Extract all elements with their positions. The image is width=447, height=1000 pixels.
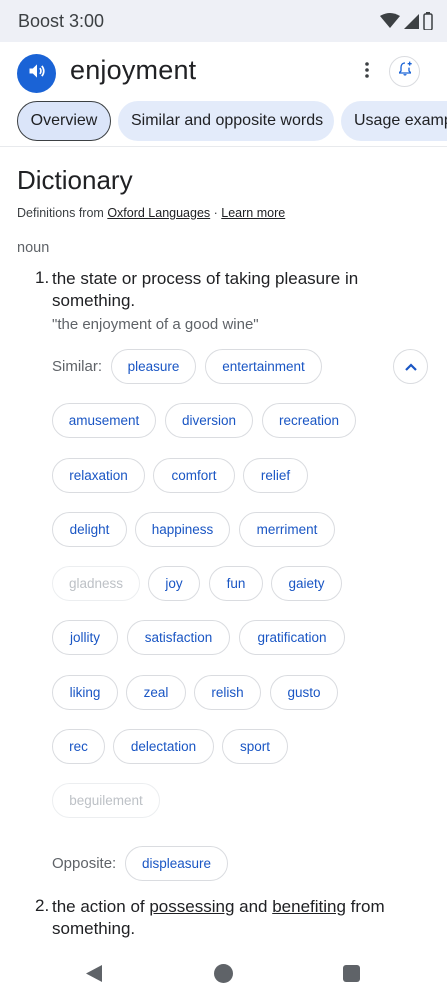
similar-chip[interactable]: recreation [262,403,356,438]
chevron-up-icon [404,358,417,376]
similar-chip[interactable]: amusement [52,403,156,438]
similar-chip[interactable]: zeal [126,675,186,710]
similar-chip[interactable]: rec [52,729,105,764]
tab-overview[interactable]: Overview [17,101,111,141]
definitions-source: Definitions from Oxford Languages · Lear… [17,206,285,220]
definition-number: 1. [35,268,50,287]
similar-chip[interactable]: comfort [153,458,235,493]
collapse-similar-button[interactable] [393,349,428,384]
tab-bar: Overview Similar and opposite words Usag… [0,101,447,143]
status-carrier-time: Boost 3:00 [18,11,105,31]
similar-chip-disabled: beguilement [52,783,160,818]
definition-text: the action of possessing and benefiting … [52,896,432,940]
similar-chip[interactable]: satisfaction [127,620,230,655]
similar-chip[interactable]: delectation [113,729,214,764]
tab-similar-opposite[interactable]: Similar and opposite words [118,101,334,141]
part-of-speech: noun [17,240,50,256]
similar-label: Similar: [52,358,103,375]
definition-text-part: the action of [52,897,150,916]
status-bar: Boost 3:00 [0,0,447,42]
speaker-icon [27,61,47,86]
system-nav-bar [0,945,447,1000]
benefiting-link[interactable]: benefiting [272,897,346,916]
definition-number: 2. [35,896,50,915]
similar-chip-disabled: gladness [52,566,140,601]
recents-icon[interactable] [343,965,360,982]
similar-chip[interactable]: relish [194,675,261,710]
similar-chip[interactable]: merriment [239,512,335,547]
possessing-link[interactable]: possessing [149,897,234,916]
similar-chip[interactable]: diversion [165,403,253,438]
similar-chip[interactable]: gaiety [271,566,342,601]
similar-chip[interactable]: sport [222,729,288,764]
similar-chip[interactable]: liking [52,675,118,710]
similar-chip[interactable]: delight [52,512,127,547]
opposite-label: Opposite: [52,855,117,872]
more-vert-icon [365,61,369,83]
tab-usage-examples[interactable]: Usage examples [341,101,447,141]
similar-chip[interactable]: pleasure [111,349,196,384]
definition-text-part: and [234,897,273,916]
source-separator: · [210,206,222,220]
home-icon[interactable] [214,964,233,983]
similar-chip[interactable]: jollity [52,620,118,655]
definition-example: "the enjoyment of a good wine" [52,316,259,333]
wifi-icon [380,13,400,29]
similar-chip[interactable]: joy [148,566,200,601]
definition-text: the state or process of taking pleasure … [52,269,359,310]
oxford-languages-link[interactable]: Oxford Languages [107,206,210,220]
battery-icon [423,12,433,30]
tab-divider [0,146,447,147]
similar-chip[interactable]: entertainment [205,349,322,384]
source-prefix: Definitions from [17,206,108,220]
more-options-button[interactable] [356,60,378,84]
section-heading: Dictionary [17,165,133,195]
similar-chip[interactable]: relaxation [52,458,145,493]
word-title: enjoyment [70,55,197,85]
set-alert-button[interactable] [389,56,420,87]
learn-more-link[interactable]: Learn more [221,206,285,220]
opposite-chip[interactable]: displeasure [125,846,228,881]
similar-chip[interactable]: gusto [270,675,338,710]
similar-chip[interactable]: happiness [135,512,230,547]
signal-icon [404,13,419,29]
back-icon[interactable] [85,964,103,988]
status-icons [380,12,433,30]
bell-add-icon [397,61,413,82]
pronounce-button[interactable] [17,54,56,93]
similar-chip[interactable]: fun [209,566,263,601]
similar-chip[interactable]: gratification [239,620,345,655]
word-header: enjoyment [0,42,447,104]
similar-chip[interactable]: relief [243,458,308,493]
